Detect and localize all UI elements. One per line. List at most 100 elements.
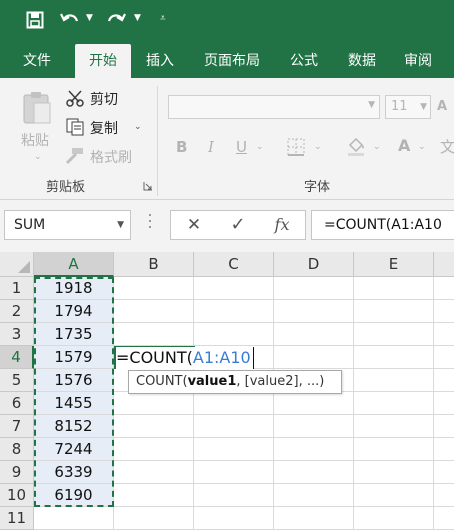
- cell-f10[interactable]: [434, 484, 454, 507]
- font-name-box[interactable]: ▼: [168, 95, 380, 119]
- row-header-5[interactable]: 5: [0, 369, 34, 392]
- name-box-dropdown-icon[interactable]: ▼: [117, 211, 124, 239]
- cell-c8[interactable]: [194, 438, 274, 461]
- column-header-f[interactable]: [434, 252, 454, 277]
- formula-bar-splitter[interactable]: [148, 214, 152, 236]
- cell-a6[interactable]: 1455: [34, 392, 114, 415]
- cell-a3[interactable]: 1735: [34, 323, 114, 346]
- cell-c10[interactable]: [194, 484, 274, 507]
- row-header-3[interactable]: 3: [0, 323, 34, 346]
- cell-c1[interactable]: [194, 277, 274, 300]
- bold-icon[interactable]: B: [176, 138, 187, 156]
- cell-a11[interactable]: [34, 507, 114, 530]
- italic-icon[interactable]: I: [208, 138, 214, 156]
- cell-a7[interactable]: 8152: [34, 415, 114, 438]
- cell-c11[interactable]: [194, 507, 274, 530]
- row-header-9[interactable]: 9: [0, 461, 34, 484]
- cell-b7[interactable]: [114, 415, 194, 438]
- cell-b8[interactable]: [114, 438, 194, 461]
- undo-icon[interactable]: [60, 11, 80, 29]
- cell-e4[interactable]: [354, 346, 434, 369]
- paste-dropdown-icon[interactable]: ⌄: [34, 152, 42, 162]
- cell-a4[interactable]: 1579: [34, 346, 114, 369]
- tab-file[interactable]: 文件: [8, 44, 66, 78]
- cell-f9[interactable]: [434, 461, 454, 484]
- column-header-d[interactable]: D: [274, 252, 354, 277]
- cell-f3[interactable]: [434, 323, 454, 346]
- copy-button[interactable]: 复制: [90, 118, 118, 138]
- cell-f2[interactable]: [434, 300, 454, 323]
- font-size-dropdown-icon[interactable]: ▼: [420, 96, 427, 118]
- cancel-icon[interactable]: ✕: [179, 213, 209, 237]
- cell-d6[interactable]: [274, 392, 354, 415]
- tab-home[interactable]: 开始: [75, 44, 131, 78]
- cell-e11[interactable]: [354, 507, 434, 530]
- tooltip-function[interactable]: COUNT(: [136, 374, 188, 389]
- redo-icon[interactable]: [106, 11, 126, 29]
- borders-dropdown-icon[interactable]: ⌄: [314, 142, 322, 152]
- tooltip-arg-value1[interactable]: value1: [188, 374, 237, 389]
- cell-f7[interactable]: [434, 415, 454, 438]
- cell-e3[interactable]: [354, 323, 434, 346]
- select-all-button[interactable]: [0, 252, 34, 277]
- redo-dropdown-icon[interactable]: ▼: [134, 11, 141, 25]
- cell-f4[interactable]: [434, 346, 454, 369]
- cut-icon[interactable]: [66, 89, 84, 107]
- column-header-e[interactable]: E: [354, 252, 434, 277]
- font-size-box[interactable]: 11 ▼: [385, 95, 431, 119]
- cell-f1[interactable]: [434, 277, 454, 300]
- cell-b1[interactable]: [114, 277, 194, 300]
- cell-a9[interactable]: 6339: [34, 461, 114, 484]
- fill-color-icon[interactable]: [346, 136, 366, 156]
- cut-button[interactable]: 剪切: [90, 89, 118, 109]
- cell-b10[interactable]: [114, 484, 194, 507]
- format-painter-icon[interactable]: [66, 147, 84, 165]
- cell-c7[interactable]: [194, 415, 274, 438]
- undo-dropdown-icon[interactable]: ▼: [86, 11, 93, 25]
- column-header-a[interactable]: A: [34, 252, 114, 277]
- row-header-1[interactable]: 1: [0, 277, 34, 300]
- cell-a1[interactable]: 1918: [34, 277, 114, 300]
- cell-d10[interactable]: [274, 484, 354, 507]
- cell-c3[interactable]: [194, 323, 274, 346]
- clipboard-launcher-icon[interactable]: [143, 181, 153, 191]
- font-color-icon[interactable]: A: [398, 136, 410, 155]
- format-painter-button[interactable]: 格式刷: [90, 147, 132, 167]
- underline-icon[interactable]: U: [236, 138, 247, 156]
- tab-data[interactable]: 数据: [340, 44, 384, 78]
- save-icon[interactable]: [26, 11, 44, 29]
- paste-button[interactable]: 粘贴: [21, 130, 49, 150]
- tab-formulas[interactable]: 公式: [282, 44, 326, 78]
- cell-b3[interactable]: [114, 323, 194, 346]
- cell-a5[interactable]: 1576: [34, 369, 114, 392]
- formula-input[interactable]: =COUNT(A1:A10: [311, 210, 454, 240]
- column-header-b[interactable]: B: [114, 252, 194, 277]
- cell-b6[interactable]: [114, 392, 194, 415]
- row-header-11[interactable]: 11: [0, 507, 34, 530]
- increase-font-size-icon[interactable]: A: [437, 99, 447, 114]
- cell-d3[interactable]: [274, 323, 354, 346]
- cell-a8[interactable]: 7244: [34, 438, 114, 461]
- cell-b9[interactable]: [114, 461, 194, 484]
- font-name-dropdown-icon[interactable]: ▼: [368, 100, 375, 110]
- cell-d1[interactable]: [274, 277, 354, 300]
- cell-e8[interactable]: [354, 438, 434, 461]
- worksheet-grid[interactable]: A B C D E 1 1918 2 1794 3 1735 4 1579 5 1576 6 1455…: [0, 252, 454, 531]
- cell-a2[interactable]: 1794: [34, 300, 114, 323]
- name-box[interactable]: SUM ▼: [4, 210, 131, 240]
- cell-d2[interactable]: [274, 300, 354, 323]
- cell-d9[interactable]: [274, 461, 354, 484]
- tab-insert[interactable]: 插入: [136, 44, 184, 78]
- row-header-2[interactable]: 2: [0, 300, 34, 323]
- cell-e9[interactable]: [354, 461, 434, 484]
- cell-f11[interactable]: [434, 507, 454, 530]
- tab-page-layout[interactable]: 页面布局: [196, 44, 268, 78]
- borders-icon[interactable]: [287, 138, 305, 156]
- cell-e6[interactable]: [354, 392, 434, 415]
- customize-qat-icon[interactable]: ⩡: [160, 12, 166, 26]
- cell-a10[interactable]: 6190: [34, 484, 114, 507]
- cell-e7[interactable]: [354, 415, 434, 438]
- row-header-8[interactable]: 8: [0, 438, 34, 461]
- cell-d8[interactable]: [274, 438, 354, 461]
- row-header-6[interactable]: 6: [0, 392, 34, 415]
